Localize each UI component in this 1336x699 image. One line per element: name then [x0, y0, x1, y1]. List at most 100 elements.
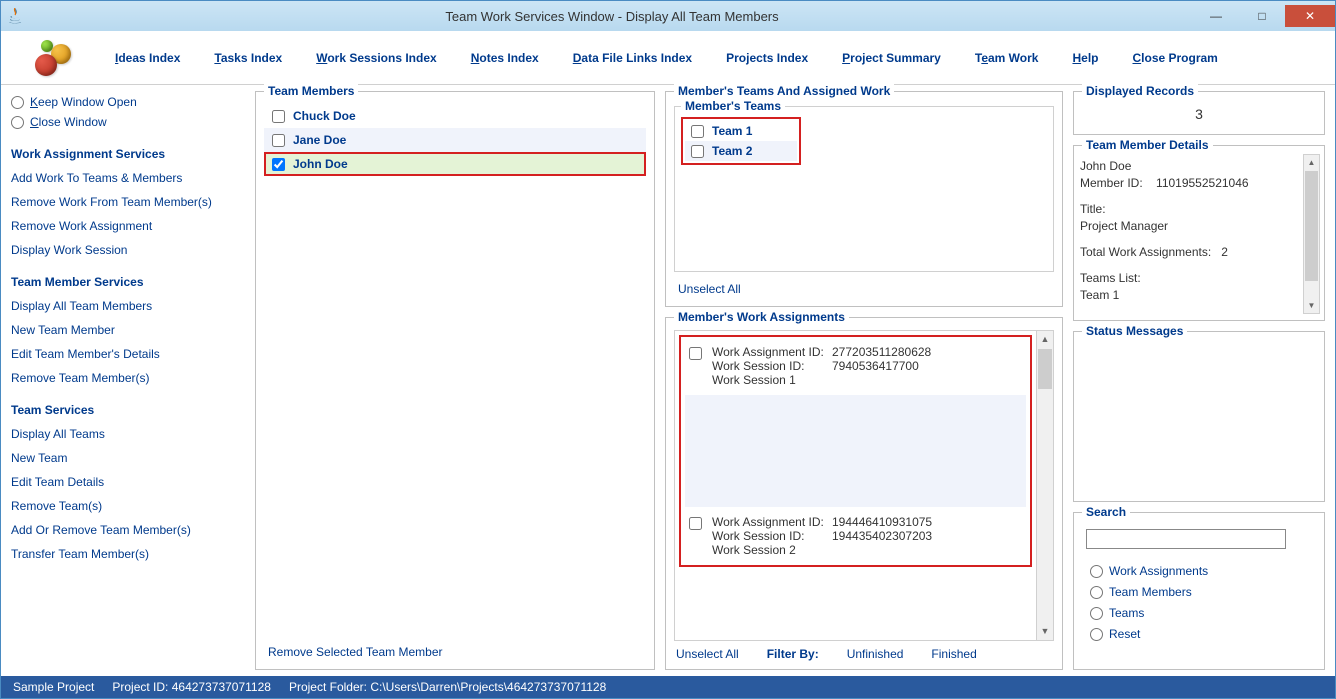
- menu-data-file-links-index[interactable]: Data File Links Index: [573, 51, 692, 65]
- search-teams-radio[interactable]: Teams: [1090, 606, 1316, 620]
- window-controls: — □ ✕: [1193, 5, 1335, 27]
- wa-id-value: 194446410931075: [832, 515, 932, 529]
- team-member-name: Jane Doe: [293, 133, 346, 147]
- close-window-radio[interactable]: Close Window: [11, 115, 245, 129]
- work-assignment-details: Work Assignment ID:277203511280628 Work …: [712, 345, 1022, 387]
- team-name: Team 1: [712, 124, 752, 138]
- link-remove-teams[interactable]: Remove Team(s): [11, 499, 245, 513]
- menu-team-work[interactable]: Team Work: [975, 51, 1039, 65]
- menu-tasks-index[interactable]: Tasks Index: [214, 51, 282, 65]
- work-assignments-legend: Member's Work Assignments: [674, 310, 849, 324]
- scroll-down-arrow[interactable]: ▼: [1304, 298, 1319, 313]
- status-project-folder: Project Folder: C:\Users\Darren\Projects…: [289, 680, 606, 694]
- ws-name: Work Session 1: [712, 373, 796, 387]
- team-checkbox[interactable]: [691, 125, 704, 138]
- menu-help[interactable]: Help: [1072, 51, 1098, 65]
- status-messages-panel: Status Messages: [1073, 331, 1325, 502]
- team-members-column: Team Members Chuck Doe Jane Doe John Doe…: [255, 91, 655, 670]
- search-work-assignments-radio[interactable]: Work Assignments: [1090, 564, 1316, 578]
- work-assignment-row[interactable]: Work Assignment ID:277203511280628 Work …: [685, 341, 1026, 391]
- menu-notes-index[interactable]: Notes Index: [471, 51, 539, 65]
- menu-project-summary[interactable]: Project Summary: [842, 51, 941, 65]
- team-member-name: Chuck Doe: [293, 109, 356, 123]
- team-name: Team 2: [712, 144, 752, 158]
- work-assignments-list: Work Assignment ID:277203511280628 Work …: [674, 330, 1054, 641]
- teams-list-label: Teams List:: [1080, 271, 1300, 285]
- unselect-all-teams-link[interactable]: Unselect All: [674, 276, 1054, 298]
- scroll-thumb[interactable]: [1038, 349, 1052, 389]
- maximize-button[interactable]: □: [1239, 5, 1285, 27]
- team-members-legend: Team Members: [264, 84, 358, 98]
- work-assignment-checkbox[interactable]: [689, 347, 702, 360]
- team-member-checkbox[interactable]: [272, 110, 285, 123]
- search-input[interactable]: [1086, 529, 1286, 549]
- link-add-work[interactable]: Add Work To Teams & Members: [11, 171, 245, 185]
- filter-unfinished-link[interactable]: Unfinished: [847, 647, 904, 661]
- members-teams-inner-legend: Member's Teams: [681, 99, 785, 113]
- link-new-team-member[interactable]: New Team Member: [11, 323, 245, 337]
- link-display-all-team-members[interactable]: Display All Team Members: [11, 299, 245, 313]
- work-assignment-services-head: Work Assignment Services: [11, 147, 245, 161]
- team-member-checkbox[interactable]: [272, 158, 285, 171]
- scroll-thumb[interactable]: [1305, 171, 1318, 281]
- filter-finished-link[interactable]: Finished: [931, 647, 976, 661]
- scroll-down-arrow[interactable]: ▼: [1037, 623, 1053, 640]
- ws-id-value: 194435402307203: [832, 529, 932, 543]
- menu-projects-index[interactable]: Projects Index: [726, 51, 808, 65]
- scroll-up-arrow[interactable]: ▲: [1037, 331, 1053, 348]
- ws-id-label: Work Session ID:: [712, 359, 832, 373]
- link-add-remove-team-members[interactable]: Add Or Remove Team Member(s): [11, 523, 245, 537]
- team-member-row-selected[interactable]: John Doe: [264, 152, 646, 176]
- work-scrollbar[interactable]: ▲ ▼: [1036, 331, 1053, 640]
- right-column: Displayed Records 3 Team Member Details …: [1073, 91, 1325, 670]
- team-member-checkbox[interactable]: [272, 134, 285, 147]
- unselect-all-work-link[interactable]: Unselect All: [676, 647, 739, 661]
- titlebar: Team Work Services Window - Display All …: [1, 1, 1335, 31]
- member-id-label: Member ID:: [1080, 176, 1143, 190]
- members-teams-inner: Member's Teams Team 1 Team 2: [674, 106, 1054, 272]
- link-remove-team-members[interactable]: Remove Team Member(s): [11, 371, 245, 385]
- title-value: Project Manager: [1080, 219, 1300, 233]
- work-footer: Unselect All Filter By: Unfinished Finis…: [674, 641, 1054, 661]
- middle-column: Member's Teams And Assigned Work Member'…: [665, 91, 1063, 670]
- menu-close-program[interactable]: Close Program: [1132, 51, 1217, 65]
- team-services-head: Team Services: [11, 403, 245, 417]
- link-edit-team-member-details[interactable]: Edit Team Member's Details: [11, 347, 245, 361]
- team-member-row[interactable]: Jane Doe: [264, 128, 646, 152]
- link-display-work-session[interactable]: Display Work Session: [11, 243, 245, 257]
- team-row[interactable]: Team 1: [685, 121, 797, 141]
- work-assignment-row[interactable]: Work Assignment ID:194446410931075 Work …: [685, 511, 1026, 561]
- search-reset-radio[interactable]: Reset: [1090, 627, 1316, 641]
- scroll-up-arrow[interactable]: ▲: [1304, 155, 1319, 170]
- app-logo: [21, 38, 81, 78]
- link-new-team[interactable]: New Team: [11, 451, 245, 465]
- displayed-records-legend: Displayed Records: [1082, 84, 1198, 98]
- sidebar: Keep Window Open Close Window Work Assig…: [11, 91, 245, 670]
- displayed-records-count: 3: [1082, 106, 1316, 122]
- menu-work-sessions-index[interactable]: Work Sessions Index: [316, 51, 437, 65]
- work-assignments-highlight-box: Work Assignment ID:277203511280628 Work …: [679, 335, 1032, 567]
- displayed-records-panel: Displayed Records 3: [1073, 91, 1325, 135]
- team-member-details-panel: Team Member Details John Doe Member ID: …: [1073, 145, 1325, 321]
- remove-selected-team-member-link[interactable]: Remove Selected Team Member: [264, 639, 646, 661]
- link-edit-team-details[interactable]: Edit Team Details: [11, 475, 245, 489]
- menubar: Ideas Index Tasks Index Work Sessions In…: [1, 31, 1335, 85]
- keep-window-open-radio[interactable]: Keep Window Open: [11, 95, 245, 109]
- work-assignments-panel: Member's Work Assignments Work Assignmen…: [665, 317, 1063, 670]
- twa-value: 2: [1221, 245, 1228, 259]
- details-content: John Doe Member ID: 11019552521046 Title…: [1080, 156, 1300, 314]
- link-transfer-team-members[interactable]: Transfer Team Member(s): [11, 547, 245, 561]
- menu-ideas-index[interactable]: Ideas Index: [115, 51, 180, 65]
- search-team-members-radio[interactable]: Team Members: [1090, 585, 1316, 599]
- link-remove-work-assignment[interactable]: Remove Work Assignment: [11, 219, 245, 233]
- close-button[interactable]: ✕: [1285, 5, 1335, 27]
- team-row[interactable]: Team 2: [685, 141, 797, 161]
- link-display-all-teams[interactable]: Display All Teams: [11, 427, 245, 441]
- details-scrollbar[interactable]: ▲ ▼: [1303, 154, 1320, 314]
- link-remove-work-from-member[interactable]: Remove Work From Team Member(s): [11, 195, 245, 209]
- minimize-button[interactable]: —: [1193, 5, 1239, 27]
- team-checkbox[interactable]: [691, 145, 704, 158]
- work-assignment-checkbox[interactable]: [689, 517, 702, 530]
- team-member-row[interactable]: Chuck Doe: [264, 104, 646, 128]
- wa-id-value: 277203511280628: [832, 345, 931, 359]
